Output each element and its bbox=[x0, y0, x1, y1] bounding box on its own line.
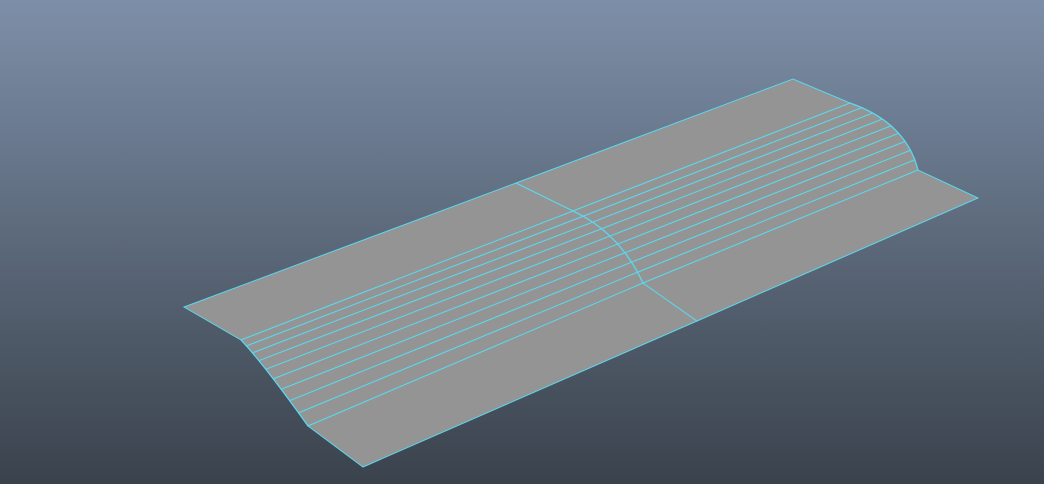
viewport-canvas[interactable] bbox=[0, 0, 1044, 484]
3d-viewport[interactable] bbox=[0, 0, 1044, 484]
